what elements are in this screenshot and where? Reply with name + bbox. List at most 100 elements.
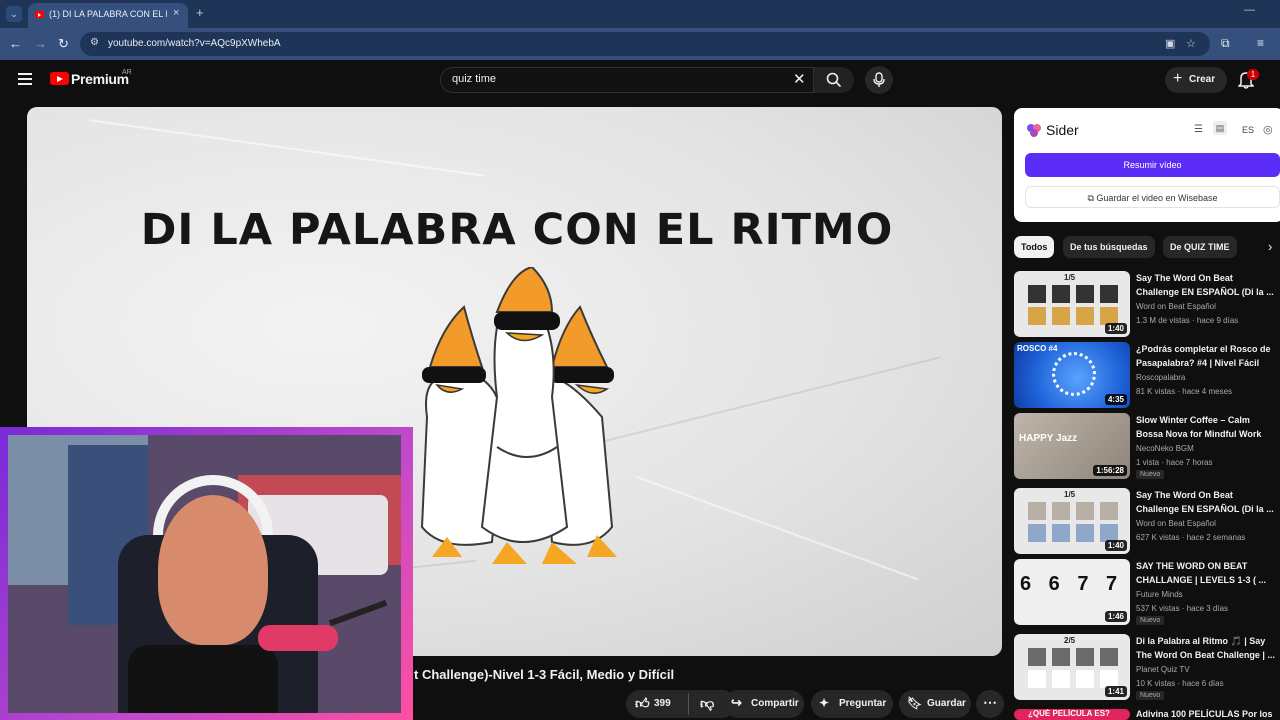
youtube-logo-icon[interactable] bbox=[50, 72, 69, 85]
sider-panel: Sider ☰ ▤ ES ◎ Resumir vídeo ⧉ Guardar e… bbox=[1014, 108, 1280, 222]
list-item[interactable]: 1/5 1:40 Say The Word On Beat Challenge … bbox=[1014, 271, 1280, 337]
duration-badge: 1:56:28 bbox=[1093, 465, 1127, 476]
media-control-icon[interactable]: ≡ bbox=[1257, 36, 1264, 50]
forward-icon[interactable]: → bbox=[34, 36, 47, 51]
share-button[interactable]: ↪ Compartir bbox=[724, 690, 804, 718]
url-text[interactable]: youtube.com/watch?v=AQc9pXWhebA bbox=[108, 38, 281, 49]
address-bar[interactable]: ⚙ youtube.com/watch?v=AQc9pXWhebA ▣ ☆ bbox=[80, 32, 1210, 56]
create-label: Crear bbox=[1189, 74, 1216, 85]
rec-title[interactable]: Di la Palabra al Ritmo 🎵 | Say The Word … bbox=[1136, 634, 1276, 662]
settings-icon[interactable]: ◎ bbox=[1263, 123, 1273, 136]
list-item[interactable]: ¿QUÉ PELÍCULA ES? Adivina 100 PELÍCULAS … bbox=[1014, 709, 1280, 720]
list-item[interactable]: ROSCO #4 4:35 ¿Podrás completar el Rosco… bbox=[1014, 342, 1280, 408]
voice-search-button[interactable] bbox=[865, 66, 893, 94]
minimize-icon[interactable]: — bbox=[1244, 4, 1255, 16]
rec-meta: 1.3 M de vistas · hace 9 días bbox=[1136, 316, 1239, 325]
search-input[interactable]: quiz time ✕ bbox=[440, 67, 814, 93]
language-selector[interactable]: ES bbox=[1242, 125, 1254, 135]
chip-quiz-time[interactable]: De QUIZ TIME bbox=[1163, 236, 1237, 258]
thumb-grid bbox=[1028, 670, 1118, 688]
create-button[interactable]: + Crear bbox=[1165, 67, 1227, 93]
rec-channel[interactable]: Roscopalabra bbox=[1136, 373, 1185, 382]
browser-tab[interactable]: (1) DI LA PALABRA CON EL RITMO × bbox=[28, 3, 188, 28]
like-count[interactable]: 399 bbox=[654, 698, 671, 709]
more-actions-button[interactable]: ⋯ bbox=[976, 690, 1004, 718]
youtube-header: Premium AR quiz time ✕ + Crear 1 bbox=[0, 60, 1280, 100]
like-dislike-group: 👍︎ 399 👎︎ bbox=[626, 690, 736, 718]
like-icon[interactable]: 👍︎ bbox=[635, 695, 650, 712]
webcam-feed bbox=[8, 435, 401, 713]
site-info-icon[interactable]: ⚙ bbox=[90, 37, 99, 48]
video-thumbnail[interactable]: 1/5 1:40 bbox=[1014, 488, 1130, 554]
country-code: AR bbox=[122, 69, 132, 76]
video-thumbnail[interactable]: ROSCO #4 4:35 bbox=[1014, 342, 1130, 408]
rec-channel[interactable]: NecoNeko BGM bbox=[1136, 444, 1194, 453]
card-view-icon[interactable]: ▤ bbox=[1213, 121, 1227, 135]
rec-title[interactable]: Adivina 100 PELÍCULAS Por los bbox=[1136, 709, 1276, 720]
rec-title[interactable]: SAY THE WORD ON BEAT CHALLANGE | LEVELS … bbox=[1136, 559, 1276, 587]
reload-icon[interactable]: ↻ bbox=[58, 36, 69, 52]
share-label: Compartir bbox=[751, 698, 799, 709]
thumb-grid bbox=[1028, 648, 1118, 666]
save-to-wisebase-button[interactable]: ⧉ Guardar el video en Wisebase bbox=[1025, 186, 1280, 208]
rec-title[interactable]: Say The Word On Beat Challenge EN ESPAÑO… bbox=[1136, 488, 1276, 516]
thumb-label: ROSCO #4 bbox=[1017, 344, 1058, 353]
logo-text[interactable]: Premium bbox=[71, 71, 129, 87]
list-item[interactable]: 6 6 7 7 1:46 SAY THE WORD ON BEAT CHALLA… bbox=[1014, 559, 1280, 625]
save-button[interactable]: 🔖︎ Guardar bbox=[899, 690, 971, 718]
browser-tab-strip: ⌄ (1) DI LA PALABRA CON EL RITMO × + — bbox=[0, 0, 1280, 28]
thumb-label: 6 6 7 7 bbox=[1020, 573, 1124, 595]
search-query[interactable]: quiz time bbox=[452, 73, 496, 85]
rosco-ring bbox=[1052, 352, 1096, 396]
thumb-grid bbox=[1028, 307, 1118, 325]
search-button[interactable] bbox=[814, 67, 854, 93]
ask-label: Preguntar bbox=[839, 698, 887, 709]
list-view-icon[interactable]: ☰ bbox=[1194, 124, 1203, 135]
mic-arm bbox=[328, 599, 388, 627]
menu-icon[interactable] bbox=[18, 73, 32, 85]
microphone-icon bbox=[258, 625, 338, 651]
save-label: Guardar bbox=[927, 698, 966, 709]
rec-title[interactable]: Say The Word On Beat Challenge EN ESPAÑO… bbox=[1136, 271, 1276, 299]
wisebase-label: Guardar el video en Wisebase bbox=[1096, 193, 1218, 203]
video-thumbnail[interactable]: ¿QUÉ PELÍCULA ES? bbox=[1014, 709, 1130, 720]
list-item[interactable]: HAPPY Jazz 1:56:28 Slow Winter Coffee – … bbox=[1014, 413, 1280, 479]
rec-channel[interactable]: Planet Quiz TV bbox=[1136, 665, 1190, 674]
rec-meta: 627 K vistas · hace 2 semanas bbox=[1136, 533, 1246, 542]
video-thumbnail[interactable]: HAPPY Jazz 1:56:28 bbox=[1014, 413, 1130, 479]
video-overlay-title: DI LA PALABRA CON EL RITMO bbox=[140, 205, 894, 255]
sider-brain-icon bbox=[1027, 124, 1041, 137]
install-app-icon[interactable]: ▣ bbox=[1165, 37, 1175, 50]
geese-illustration bbox=[420, 267, 617, 564]
video-thumbnail[interactable]: 1/5 1:40 bbox=[1014, 271, 1130, 337]
bookmark-star-icon[interactable]: ☆ bbox=[1186, 37, 1196, 50]
new-badge: Nuevo bbox=[1136, 470, 1165, 479]
list-item[interactable]: 2/5 1:41 Di la Palabra al Ritmo 🎵 | Say … bbox=[1014, 634, 1280, 700]
extensions-icon[interactable]: ⧉ bbox=[1221, 36, 1230, 51]
rec-channel[interactable]: Word on Beat Español bbox=[1136, 519, 1216, 528]
duration-badge: 4:35 bbox=[1104, 394, 1127, 405]
tab-close-icon[interactable]: × bbox=[173, 7, 179, 19]
notification-badge: 1 bbox=[1247, 69, 1259, 80]
search-icon bbox=[826, 72, 842, 88]
video-thumbnail[interactable]: 6 6 7 7 1:46 bbox=[1014, 559, 1130, 625]
rec-title[interactable]: ¿Podrás completar el Rosco de Pasapalabr… bbox=[1136, 342, 1276, 370]
webcam-overlay bbox=[0, 427, 413, 720]
rec-channel[interactable]: Word on Beat Español bbox=[1136, 302, 1216, 311]
rec-title[interactable]: Slow Winter Coffee – Calm Bossa Nova for… bbox=[1136, 413, 1276, 441]
tab-search-icon[interactable]: ⌄ bbox=[6, 6, 22, 22]
chip-all[interactable]: Todos bbox=[1014, 236, 1055, 258]
video-thumbnail[interactable]: 2/5 1:41 bbox=[1014, 634, 1130, 700]
summarize-video-button[interactable]: Resumir vídeo bbox=[1025, 153, 1280, 177]
dislike-icon[interactable]: 👎︎ bbox=[700, 695, 714, 712]
back-icon[interactable]: ← bbox=[9, 36, 22, 51]
chip-from-searches[interactable]: De tus búsquedas bbox=[1063, 236, 1155, 258]
chips-next-icon[interactable]: › bbox=[1268, 239, 1272, 254]
new-tab-button[interactable]: + bbox=[196, 5, 204, 20]
rec-channel[interactable]: Future Minds bbox=[1136, 590, 1183, 599]
clear-search-icon[interactable]: ✕ bbox=[793, 70, 806, 88]
duration-badge: 1:41 bbox=[1104, 686, 1127, 697]
list-item[interactable]: 1/5 1:40 Say The Word On Beat Challenge … bbox=[1014, 488, 1280, 554]
ask-button[interactable]: ✦ Preguntar bbox=[811, 690, 893, 718]
browser-toolbar: ← → ↻ ⚙ youtube.com/watch?v=AQc9pXWhebA … bbox=[0, 28, 1280, 60]
